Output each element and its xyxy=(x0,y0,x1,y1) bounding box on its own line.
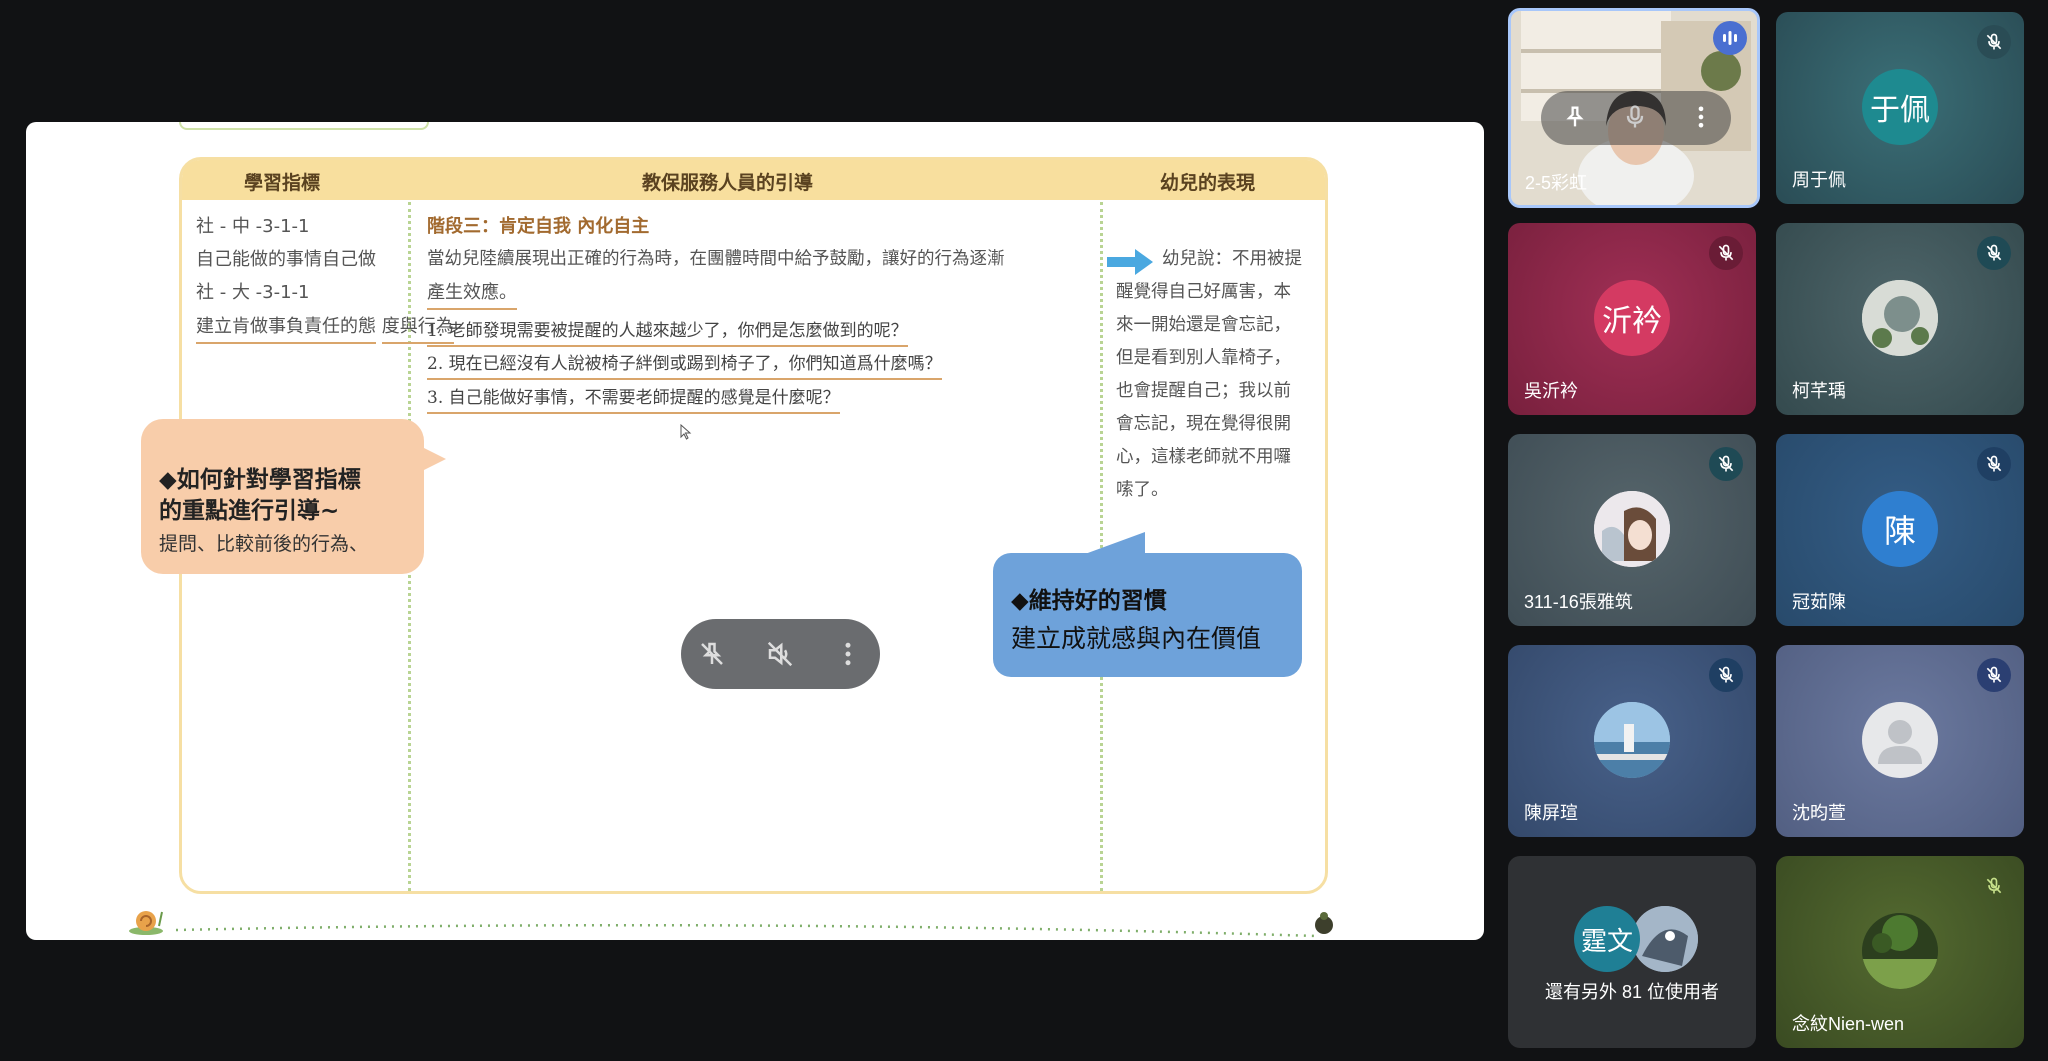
unpin-icon[interactable] xyxy=(693,635,731,673)
guidance-question: 1. 老師發現需要被提醒的人越來越少了，你們是怎麼做到的呢？ xyxy=(427,316,908,347)
tile-control-pill xyxy=(681,619,880,689)
mic-off-icon xyxy=(1977,447,2011,481)
bubble-title: ◆維持好的習慣 xyxy=(1011,588,1167,614)
participant-tile[interactable]: 沈昀萱 xyxy=(1776,645,2024,837)
avatar xyxy=(1862,280,1938,356)
participant-name: 沈昀萱 xyxy=(1792,803,1846,823)
more-participants-tile[interactable]: 霆文 還有另外 81 位使用者 xyxy=(1508,856,1756,1048)
participant-name: 311-16張雅筑 xyxy=(1524,592,1633,612)
avatar xyxy=(1594,702,1670,778)
tile-hover-controls xyxy=(1541,91,1731,145)
speech-bubble-habit: ◆維持好的習慣 建立成就感與內在價值 xyxy=(993,532,1302,677)
mic-off-icon xyxy=(1977,869,2011,903)
performance-line: 會忘記，現在覺得很開 xyxy=(1116,414,1291,434)
avatar xyxy=(1862,913,1938,989)
participant-tile[interactable]: 陳 冠茹陳 xyxy=(1776,434,2024,626)
mute-speaker-icon[interactable] xyxy=(761,635,799,673)
participant-name: 冠茹陳 xyxy=(1792,592,1846,612)
performance-cell: 幼兒說：不用被提 醒覺得自己好厲害，本 來一開始還是會忘記， 但是看到別人靠椅子… xyxy=(1116,243,1316,507)
arrow-right-icon xyxy=(1107,249,1153,275)
bubble-title: ◆如何針對學習指標 xyxy=(159,467,361,493)
speech-bubble-guidance: ◆如何針對學習指標 的重點進行引導~ 提問、比較前後的行為、 xyxy=(141,419,446,574)
participant-name: 2-5彩虹 xyxy=(1525,173,1588,193)
guidance-intro: 當幼兒陸續展現出正確的行為時，在團體時間中給予鼓勵，讓好的行為逐漸 xyxy=(427,249,1005,269)
mic-off-icon xyxy=(1709,447,1743,481)
participant-tile[interactable]: 陳屏瑄 xyxy=(1508,645,1756,837)
participant-tile[interactable]: 念紋Nien-wen xyxy=(1776,856,2024,1048)
default-avatar-icon xyxy=(1862,702,1938,778)
more-participants-label: 還有另外 81 位使用者 xyxy=(1544,982,1720,1002)
performance-line: 也會提醒自己；我以前 xyxy=(1116,381,1291,401)
stage-title: 階段三：肯定自我 內化自主 xyxy=(427,216,650,237)
guidance-question: 2. 現在已經沒有人說被椅子絆倒或踢到椅子了，你們知道爲什麼嗎？ xyxy=(427,349,942,380)
performance-line: 嗦了。 xyxy=(1116,480,1169,500)
mouse-cursor-icon xyxy=(680,424,692,440)
header-teacher-guidance: 教保服務人員的引導 xyxy=(642,172,814,194)
performance-line: 來一開始還是會忘記， xyxy=(1116,315,1291,335)
dotted-path-decoration xyxy=(176,923,1316,938)
participant-tile[interactable]: 311-16張雅筑 xyxy=(1508,434,1756,626)
performance-line: 但是看到別人靠椅子， xyxy=(1116,348,1291,368)
participant-tile[interactable]: 沂衿 吳沂衿 xyxy=(1508,223,1756,415)
indicator-line: 建立肯做事負責任的態 xyxy=(196,312,376,344)
snail-icon xyxy=(129,911,163,935)
mic-icon[interactable] xyxy=(1621,103,1649,135)
more-vert-icon[interactable] xyxy=(1687,103,1715,135)
avatar xyxy=(1632,906,1698,972)
more-vert-icon[interactable] xyxy=(829,635,867,673)
avatar xyxy=(1594,491,1670,567)
participant-tile-video[interactable]: 2-5彩虹 xyxy=(1508,8,1760,208)
bubble-title: 的重點進行引導~ xyxy=(159,498,340,524)
participant-name: 周于佩 xyxy=(1792,170,1846,190)
indicator-line: 自己能做的事情自己做 xyxy=(196,249,376,270)
mic-off-icon xyxy=(1977,236,2011,270)
avatar: 沂衿 xyxy=(1594,280,1670,356)
participant-tile[interactable]: 于佩 周于佩 xyxy=(1776,12,2024,204)
ladybug-icon xyxy=(1315,912,1333,934)
bubble-subtitle: 提問、比較前後的行為、 xyxy=(159,533,369,555)
slide-tab-decoration xyxy=(179,122,429,130)
guidance-intro-cont: 產生效應。 xyxy=(427,278,517,310)
pin-icon[interactable] xyxy=(1561,103,1589,135)
indicator-line: 社 - 大 -3-1-1 xyxy=(196,282,310,303)
mic-off-icon xyxy=(1977,25,2011,59)
header-learning-indicator: 學習指標 xyxy=(244,172,321,194)
header-child-performance: 幼兒的表現 xyxy=(1160,172,1256,194)
avatar: 于佩 xyxy=(1862,69,1938,145)
indicator-cell: 社 - 中 -3-1-1 自己能做的事情自己做 社 - 大 -3-1-1 建立肯… xyxy=(196,210,454,344)
mic-off-icon xyxy=(1709,658,1743,692)
guidance-cell: 階段三：肯定自我 內化自主 當幼兒陸續展現出正確的行為時，在團體時間中給予鼓勵，… xyxy=(427,210,1087,310)
participant-tile[interactable]: 柯芊瑀 xyxy=(1776,223,2024,415)
participant-name: 吳沂衿 xyxy=(1524,381,1578,401)
participant-name: 念紋Nien-wen xyxy=(1792,1014,1905,1034)
bubble-subtitle: 建立成就感與內在價值 xyxy=(1011,624,1262,653)
avatar: 霆文 xyxy=(1574,906,1640,972)
guidance-question: 3. 自己能做好事情，不需要老師提醒的感覺是什麼呢？ xyxy=(427,383,840,414)
participant-name: 陳屏瑄 xyxy=(1524,803,1578,823)
mic-off-icon xyxy=(1977,658,2011,692)
indicator-line: 社 - 中 -3-1-1 xyxy=(196,216,310,237)
avatar: 陳 xyxy=(1862,491,1938,567)
participant-name: 柯芊瑀 xyxy=(1792,381,1846,401)
table-header: 學習指標 教保服務人員的引導 幼兒的表現 xyxy=(182,160,1325,200)
presentation-slide: 學習指標 教保服務人員的引導 幼兒的表現 社 - 中 -3-1-1 自己能做的事… xyxy=(26,122,1484,940)
speaking-indicator-icon xyxy=(1713,21,1747,55)
performance-line: 醒覺得自己好厲害，本 xyxy=(1116,282,1291,302)
performance-line: 心，這樣老師就不用囉 xyxy=(1116,447,1291,467)
mic-off-icon xyxy=(1709,236,1743,270)
